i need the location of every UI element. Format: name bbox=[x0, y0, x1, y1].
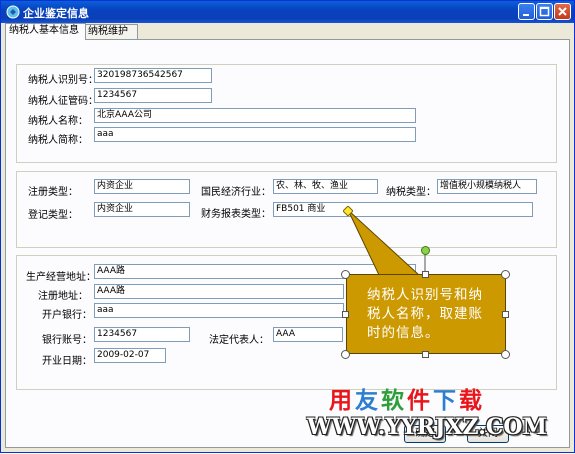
dialog-window: 企业鉴定信息 纳税人基本信息 纳税维护 纳税人识别号： 320198736542… bbox=[0, 0, 575, 453]
callout-box[interactable]: 纳税人识别号和纳税人名称，取建账时的信息。 bbox=[346, 274, 506, 354]
resize-handle[interactable] bbox=[342, 311, 349, 318]
watermark-char: 软 bbox=[381, 388, 407, 414]
resize-handle[interactable] bbox=[422, 351, 429, 358]
watermark-char: 友 bbox=[355, 388, 381, 414]
tab-taxpayer-basic-info[interactable]: 纳税人基本信息 bbox=[5, 23, 86, 40]
resize-handle[interactable] bbox=[501, 270, 510, 279]
rotate-handle[interactable] bbox=[421, 246, 430, 255]
callout-text: 纳税人识别号和纳税人名称，取建账时的信息。 bbox=[367, 287, 483, 341]
watermark-brand: 用友软件下载 bbox=[329, 381, 485, 415]
callout-pointer bbox=[347, 209, 426, 276]
watermark-char: 下 bbox=[433, 388, 459, 414]
resize-handle[interactable] bbox=[341, 270, 350, 279]
resize-handle[interactable] bbox=[502, 311, 509, 318]
watermark-char: 载 bbox=[459, 388, 485, 414]
adjust-handle[interactable] bbox=[343, 206, 353, 216]
resize-handle[interactable] bbox=[422, 271, 429, 278]
watermark-url: WWW.YYRJXZ.COM bbox=[307, 414, 547, 440]
watermark-char: 件 bbox=[407, 388, 433, 414]
resize-handle[interactable] bbox=[501, 350, 510, 359]
watermark-char: 用 bbox=[329, 388, 355, 414]
resize-handle[interactable] bbox=[341, 350, 350, 359]
